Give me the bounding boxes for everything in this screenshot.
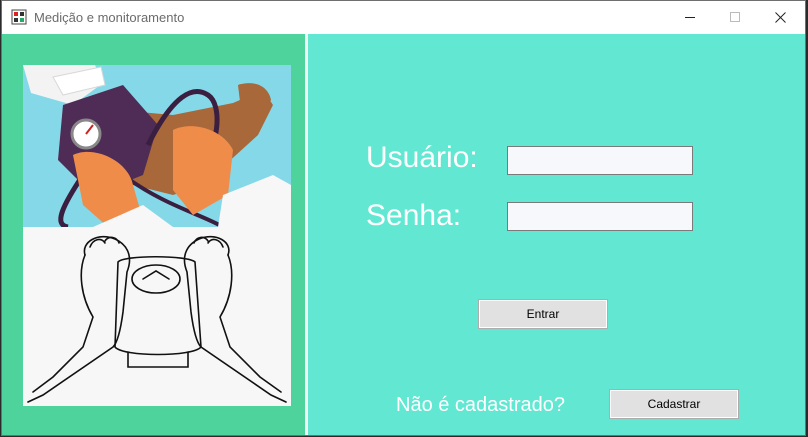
- close-button[interactable]: [758, 1, 803, 34]
- close-icon: [775, 12, 786, 23]
- username-input[interactable]: [507, 146, 693, 175]
- password-input[interactable]: [507, 202, 693, 231]
- blood-pressure-illustration: [23, 65, 291, 227]
- register-question: Não é cadastrado?: [396, 394, 566, 416]
- left-panel: [2, 34, 305, 435]
- password-label: Senha:: [366, 199, 462, 232]
- health-illustration: [23, 65, 291, 406]
- maximize-icon: [730, 12, 740, 22]
- login-panel: Usuário: Senha: Entrar Não é cadastrado?…: [308, 34, 805, 435]
- login-button[interactable]: Entrar: [478, 299, 608, 329]
- scale-feet-illustration: [23, 227, 291, 406]
- window-title: Medição e monitoramento: [34, 10, 185, 25]
- maximize-button[interactable]: [713, 1, 758, 34]
- app-window: Medição e monitoramento Usuário: Senha: …: [1, 0, 806, 436]
- username-label: Usuário:: [366, 141, 478, 174]
- minimize-button[interactable]: [668, 1, 713, 34]
- title-bar[interactable]: Medição e monitoramento: [2, 1, 805, 34]
- app-icon: [11, 9, 27, 25]
- register-button[interactable]: Cadastrar: [609, 389, 739, 419]
- minimize-icon: [685, 17, 695, 18]
